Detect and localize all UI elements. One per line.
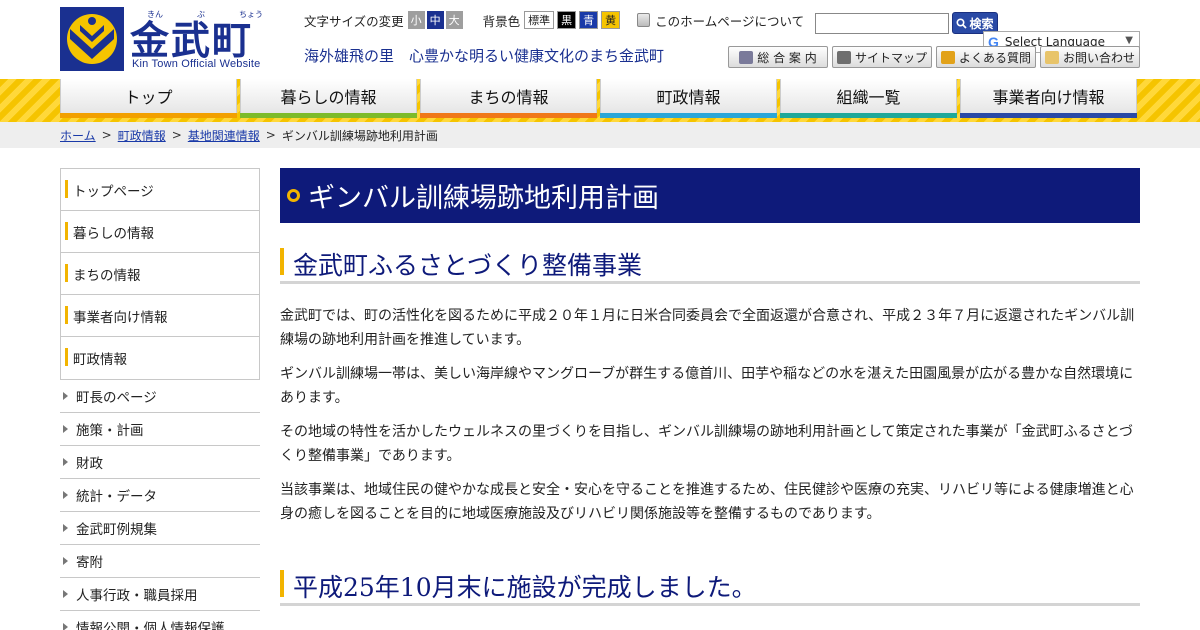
nav-organization-label: 組織一覧: [836, 88, 901, 107]
town-emblem-icon: [60, 7, 124, 71]
body-paragraph: 当該事業は、地域住民の健やかな成長と安全・安心を守ることを推進するため、住民健診…: [280, 482, 1134, 522]
logo-town-name: 金武町: [130, 18, 254, 64]
search-input[interactable]: [815, 13, 949, 34]
logo-english-name: Kin Town Official Website: [132, 58, 261, 70]
nav-business-underline: [960, 113, 1137, 118]
nav-administration-label: 町政情報: [656, 88, 721, 107]
font-size-large-button[interactable]: 大: [445, 11, 463, 29]
font-size-medium-button[interactable]: 中: [426, 11, 444, 29]
nav-town-underline: [420, 113, 597, 118]
sitemap-link[interactable]: サイトマップ: [832, 46, 932, 68]
section-heading-furusato: 金武町ふるさとづくり整備事業: [280, 246, 1140, 284]
nav-business[interactable]: 事業者向け情報: [960, 79, 1137, 118]
nav-living-label: 暮らしの情報: [280, 88, 377, 107]
body-paragraph: その地域の特性を活かしたウェルネスの里づくりを目指し、ギンバル訓練場の跡地利用計…: [280, 424, 1134, 464]
contact-link[interactable]: お問い合わせ: [1040, 46, 1140, 68]
nav-business-label: 事業者向け情報: [992, 88, 1105, 107]
sidebar-item-administration[interactable]: 町政情報: [61, 337, 259, 379]
font-size-small-button[interactable]: 小: [407, 11, 425, 29]
general-guide-link[interactable]: 総 合 案 内: [728, 46, 828, 68]
faq-link[interactable]: よくある質問: [936, 46, 1036, 68]
general-guide-label: 総 合 案 内: [757, 50, 817, 65]
sidebar-item-disclosure[interactable]: 情報公開・個人情報保護: [60, 611, 260, 630]
background-blue-button[interactable]: 青: [579, 11, 599, 29]
sidebar-sub-menu: 町長のページ 施策・計画 財政 統計・データ 金武町例規集 寄附 人事行政・職員…: [60, 380, 260, 630]
sidebar-item-business[interactable]: 事業者向け情報: [61, 295, 259, 337]
search-icon: [956, 17, 968, 29]
heading-accent: [280, 570, 284, 597]
town-tagline: 海外雄飛の里 心豊かな明るい健康文化のまち金武町: [304, 47, 665, 65]
sidebar: トップページ 暮らしの情報 まちの情報 事業者向け情報 町政情報 町長のページ …: [60, 168, 260, 630]
background-color-label: 背景色: [482, 13, 521, 29]
site-logo[interactable]: きん ぶ ちょう 金武町 Kin Town Official Website: [60, 7, 285, 71]
breadcrumb: ホーム > 町政情報 > 基地関連情報 > ギンバル訓練場跡地利用計画: [0, 122, 1200, 148]
body-paragraph: 金武町では、町の活性化を図るために平成２０年１月に日米合同委員会で全面返還が合意…: [280, 308, 1135, 348]
breadcrumb-separator: >: [171, 128, 182, 142]
about-site-label: このホームページについて: [655, 13, 805, 29]
sidebar-item-ordinances[interactable]: 金武町例規集: [60, 512, 260, 545]
nav-organization[interactable]: 組織一覧: [780, 79, 957, 118]
breadcrumb-base-info[interactable]: 基地関連情報: [188, 127, 260, 144]
nav-top-underline: [60, 113, 237, 118]
sidebar-item-town[interactable]: まちの情報: [61, 253, 259, 295]
sidebar-item-mayor[interactable]: 町長のページ: [60, 380, 260, 413]
section-heading-completion-text: 平成25年10月末に施設が完成しました。: [293, 573, 757, 602]
contact-label: お問い合わせ: [1062, 50, 1135, 65]
title-bullet-icon: [287, 189, 300, 202]
sidebar-item-living[interactable]: 暮らしの情報: [61, 211, 259, 253]
heading-accent: [280, 248, 284, 275]
chevron-down-icon: ▼: [1125, 35, 1133, 46]
breadcrumb-home[interactable]: ホーム: [60, 127, 96, 144]
nav-administration-underline: [600, 113, 777, 118]
background-standard-button[interactable]: 標準: [524, 11, 555, 29]
faq-label: よくある質問: [958, 50, 1031, 65]
page-title-bar: ギンバル訓練場跡地利用計画: [280, 168, 1140, 223]
accessibility-tools: 文字サイズの変更 小 中 大 背景色 標準 黒 青 黄 このホームページについて: [304, 10, 804, 30]
sidebar-item-finance[interactable]: 財政: [60, 446, 260, 479]
section-heading-completion: 平成25年10月末に施設が完成しました。: [280, 568, 1140, 606]
breadcrumb-administration[interactable]: 町政情報: [118, 127, 166, 144]
sidebar-item-top-page[interactable]: トップページ: [61, 169, 259, 211]
breadcrumb-separator: >: [101, 128, 112, 142]
sitemap-icon: [836, 50, 851, 64]
body-paragraph: ギンバル訓練場一帯は、美しい海岸線やマングローブが群生する億首川、田芋や稲などの…: [280, 366, 1134, 406]
nav-organization-underline: [780, 113, 957, 118]
section-heading-furusato-text: 金武町ふるさとづくり整備事業: [293, 251, 643, 280]
nav-top-label: トップ: [124, 88, 173, 107]
about-site-link[interactable]: このホームページについて: [637, 11, 804, 30]
background-black-button[interactable]: 黒: [557, 11, 577, 29]
page-title: ギンバル訓練場跡地利用計画: [308, 183, 659, 214]
nav-living[interactable]: 暮らしの情報: [240, 79, 417, 118]
search-button-label: 検索: [969, 16, 994, 31]
nav-living-underline: [240, 113, 417, 118]
sidebar-item-donation[interactable]: 寄附: [60, 545, 260, 578]
breadcrumb-current: ギンバル訓練場跡地利用計画: [281, 128, 438, 143]
sidebar-item-statistics[interactable]: 統計・データ: [60, 479, 260, 512]
document-icon: [637, 13, 651, 27]
nav-administration[interactable]: 町政情報: [600, 79, 777, 118]
sidebar-item-personnel[interactable]: 人事行政・職員採用: [60, 578, 260, 611]
nav-town-label: まちの情報: [468, 88, 549, 107]
site-header: きん ぶ ちょう 金武町 Kin Town Official Website 文…: [0, 0, 1200, 78]
nav-top[interactable]: トップ: [60, 79, 237, 118]
faq-icon: [940, 50, 955, 64]
mail-icon: [1044, 50, 1059, 64]
home-icon: [739, 50, 754, 64]
breadcrumb-separator: >: [265, 128, 276, 142]
sidebar-main-menu: トップページ 暮らしの情報 まちの情報 事業者向け情報 町政情報: [60, 168, 260, 380]
nav-town[interactable]: まちの情報: [420, 79, 597, 118]
font-size-label: 文字サイズの変更: [304, 13, 404, 29]
background-yellow-button[interactable]: 黄: [601, 11, 621, 29]
sidebar-item-policy[interactable]: 施策・計画: [60, 413, 260, 446]
sitemap-label: サイトマップ: [854, 50, 927, 65]
